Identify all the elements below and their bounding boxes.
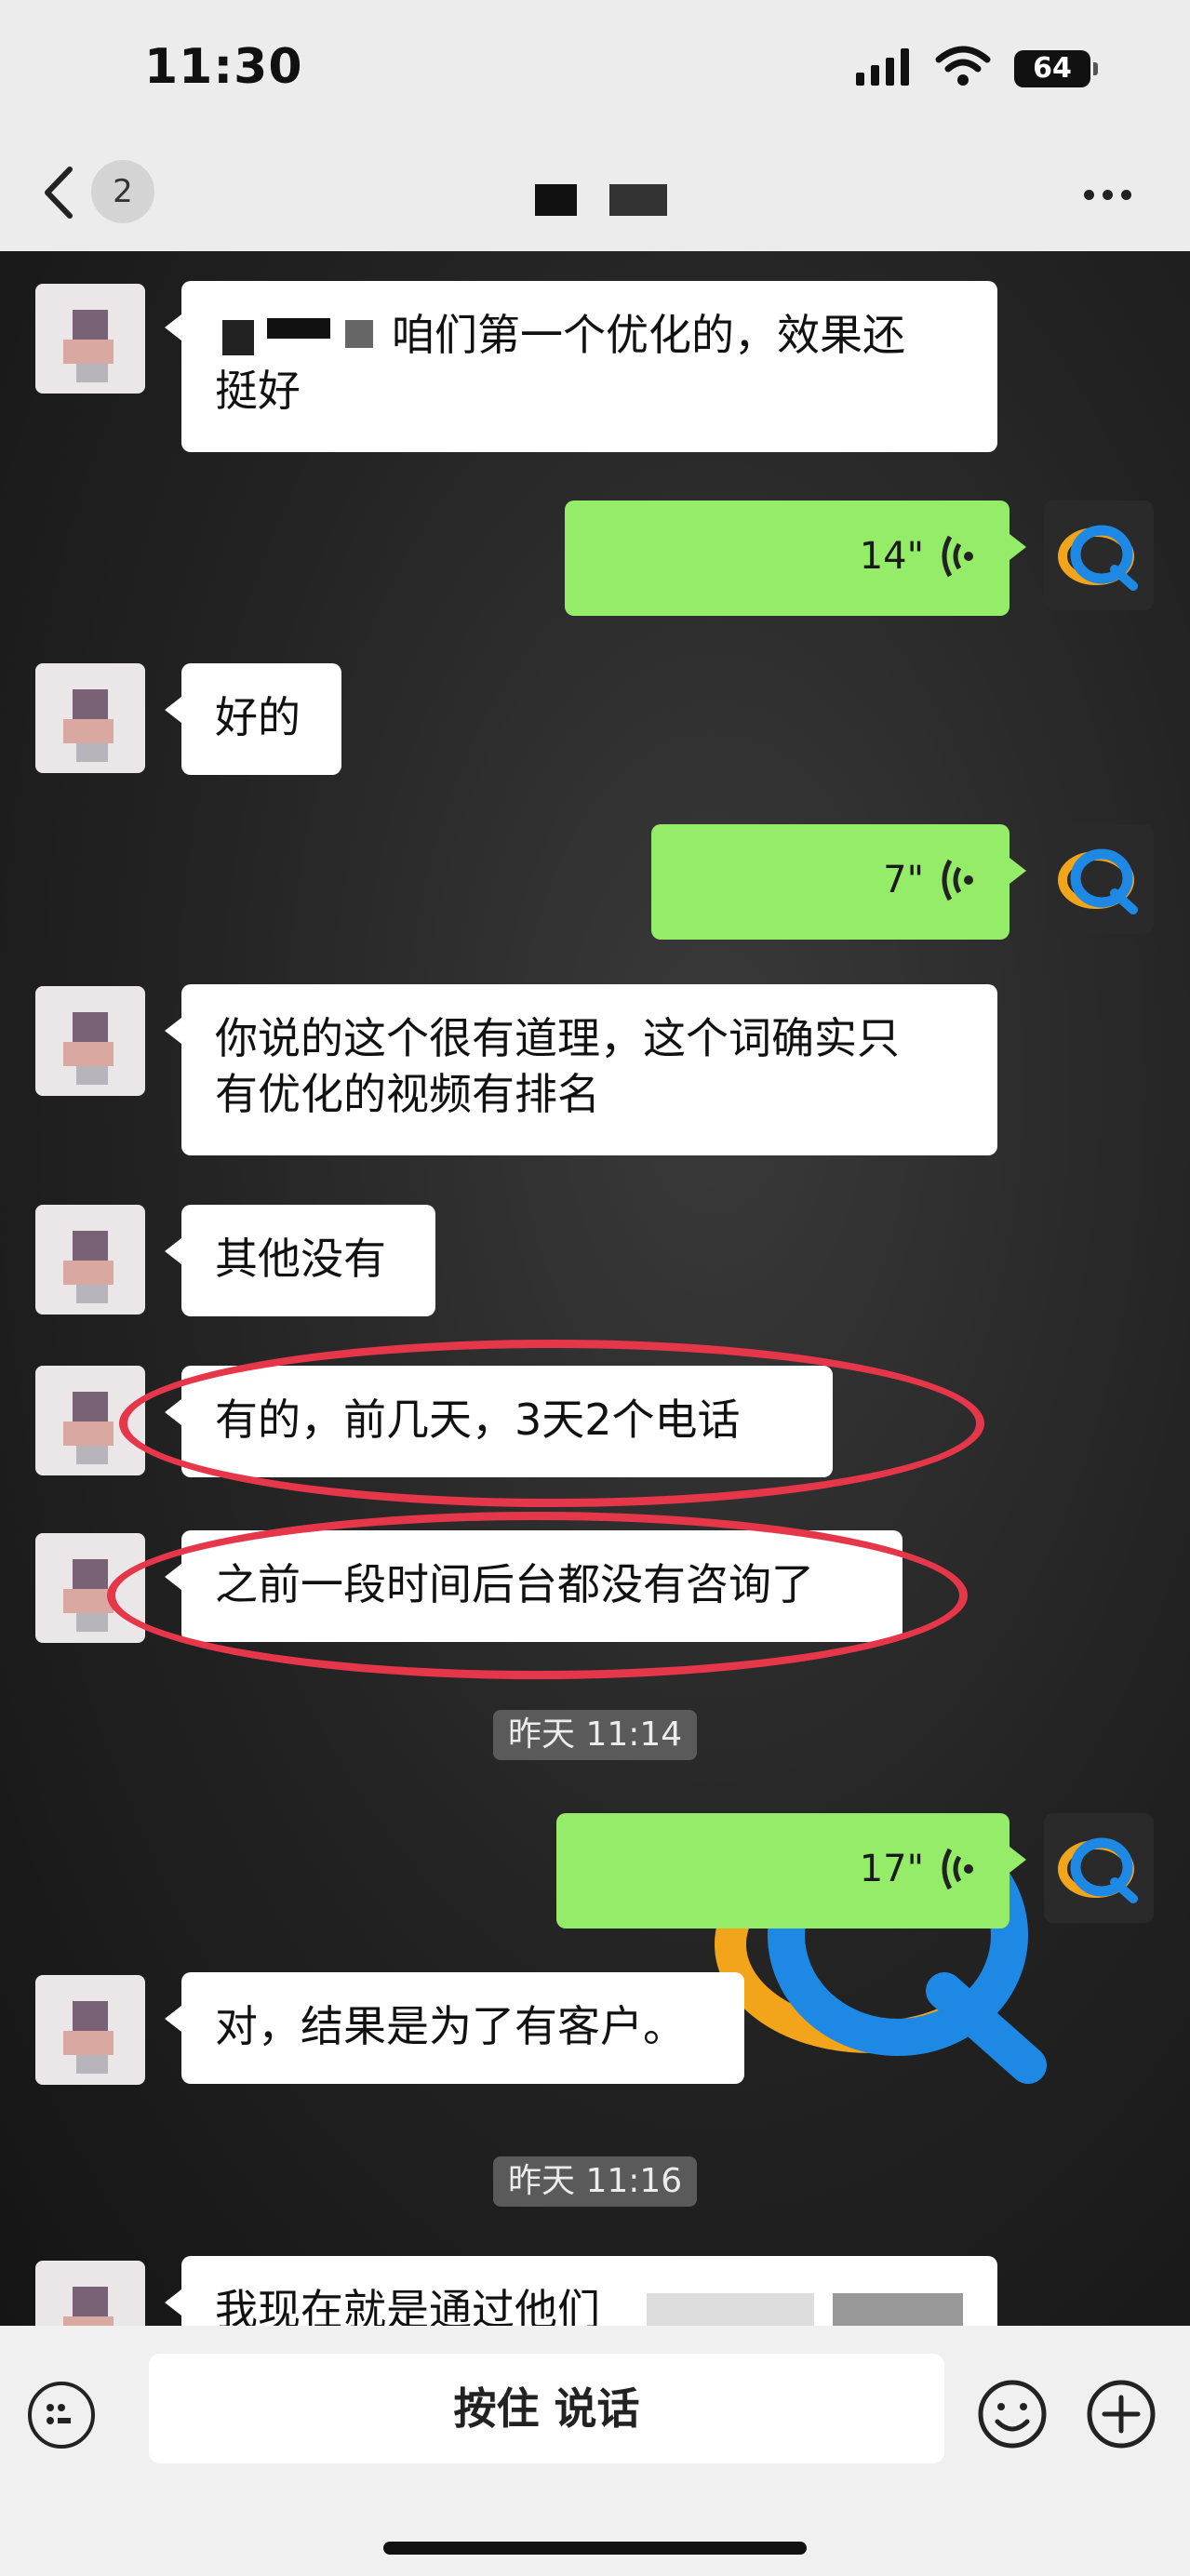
- redacted-mosaic: [647, 2293, 814, 2326]
- emoji-icon[interactable]: [975, 2377, 1050, 2451]
- message-text: 你说的这个很有道理，这个词确实只: [215, 1013, 900, 1063]
- message-text: 好的: [215, 692, 301, 742]
- chat-title-redacted: [535, 184, 577, 216]
- avatar[interactable]: [35, 1205, 145, 1315]
- avatar[interactable]: [35, 1975, 145, 2085]
- message-bubble[interactable]: 咱们第一个优化的，效果还 挺好: [165, 281, 997, 452]
- avatar[interactable]: [35, 986, 145, 1096]
- timestamp: 昨天 11:16: [493, 2156, 698, 2207]
- message-text: 其他没有: [215, 1234, 386, 1284]
- more-icon[interactable]: [1084, 190, 1131, 200]
- highlight-circle: [107, 1512, 968, 1679]
- redacted-mosaic: [267, 318, 330, 339]
- wifi-icon: [935, 46, 991, 86]
- highlight-circle: [119, 1340, 984, 1507]
- back-icon[interactable]: [42, 166, 74, 220]
- message-bubble[interactable]: 我现在就是通过他们: [165, 2256, 997, 2326]
- message-text: 对，结果是为了有客户。: [215, 2001, 686, 2051]
- voice-message-bubble[interactable]: 17": [556, 1813, 1026, 1929]
- my-avatar[interactable]: [1044, 824, 1154, 934]
- message-bubble[interactable]: 你说的这个很有道理，这个词确实只 有优化的视频有排名: [165, 984, 997, 1155]
- message-text: 挺好: [215, 366, 301, 416]
- message-text: 咱们第一个优化的，效果还: [215, 307, 964, 363]
- battery-indicator: 64: [1014, 50, 1098, 87]
- message-bubble[interactable]: 好的: [165, 663, 341, 775]
- voice-message-bubble[interactable]: 7": [651, 824, 1026, 940]
- chat-area[interactable]: 咱们第一个优化的，效果还 挺好 14" 好的 7" 你说的这个很有道理，这个词确…: [0, 251, 1190, 2326]
- message-text: 有优化的视频有排名: [215, 1069, 600, 1119]
- input-bar: 按住 说话: [0, 2326, 1190, 2576]
- status-time: 11:30: [144, 39, 303, 95]
- top-bar: 11:30 64 2: [0, 0, 1190, 251]
- voice-duration: 17": [859, 1848, 924, 1890]
- voice-wave-icon: [942, 859, 973, 901]
- keyboard-voice-icon[interactable]: [28, 2382, 95, 2449]
- voice-wave-icon: [942, 535, 973, 578]
- voice-duration: 7": [883, 859, 924, 901]
- voice-duration: 14": [859, 535, 924, 578]
- avatar[interactable]: [35, 2261, 145, 2326]
- redacted-mosaic: [222, 320, 254, 355]
- message-bubble[interactable]: 其他没有: [165, 1205, 435, 1316]
- brand-logo-icon: [1058, 1837, 1138, 1903]
- voice-message-bubble[interactable]: 14": [565, 501, 1026, 616]
- voice-wave-icon: [942, 1848, 973, 1890]
- message-bubble[interactable]: 对，结果是为了有客户。: [165, 1972, 744, 2084]
- avatar[interactable]: [35, 284, 145, 394]
- brand-logo-icon: [1058, 525, 1138, 591]
- signal-icon: [856, 48, 909, 86]
- my-avatar[interactable]: [1044, 1813, 1154, 1923]
- chat-title-redacted: [609, 184, 667, 216]
- avatar[interactable]: [35, 663, 145, 773]
- home-indicator: [383, 2542, 807, 2555]
- plus-icon[interactable]: [1084, 2377, 1158, 2451]
- redacted-mosaic: [345, 320, 373, 348]
- brand-logo-icon: [1058, 848, 1138, 914]
- message-text: 我现在就是通过他们: [215, 2285, 600, 2326]
- unread-badge[interactable]: 2: [91, 160, 154, 223]
- redacted-mosaic: [833, 2293, 963, 2326]
- timestamp: 昨天 11:14: [493, 1710, 698, 1760]
- my-avatar[interactable]: [1044, 501, 1154, 610]
- hold-to-talk-button[interactable]: 按住 说话: [149, 2354, 944, 2463]
